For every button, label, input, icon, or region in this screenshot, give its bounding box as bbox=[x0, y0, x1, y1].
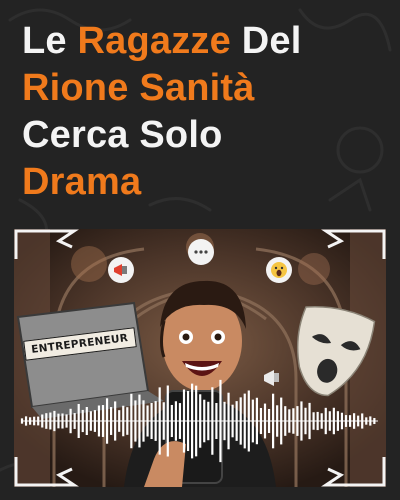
headline-line-4: Drama bbox=[22, 161, 142, 203]
headline: Le Ragazze Del Rione Sanità Cerca Solo D… bbox=[22, 18, 392, 206]
headline-word-le: Le bbox=[22, 20, 78, 62]
headline-word-del: Del bbox=[230, 20, 302, 62]
headline-line-2: Rione Sanità bbox=[22, 67, 255, 109]
screaming-face-icon bbox=[266, 257, 292, 283]
hero-illustration bbox=[14, 229, 386, 487]
megaphone-icon bbox=[108, 257, 134, 283]
speech-bubble-icon bbox=[188, 239, 214, 265]
headline-line-3: Cerca Solo bbox=[22, 114, 223, 156]
hero-scene bbox=[14, 229, 386, 487]
headline-word-ragazze: Ragazze bbox=[77, 20, 231, 62]
headline-line-1: Le Ragazze Del bbox=[22, 18, 392, 65]
